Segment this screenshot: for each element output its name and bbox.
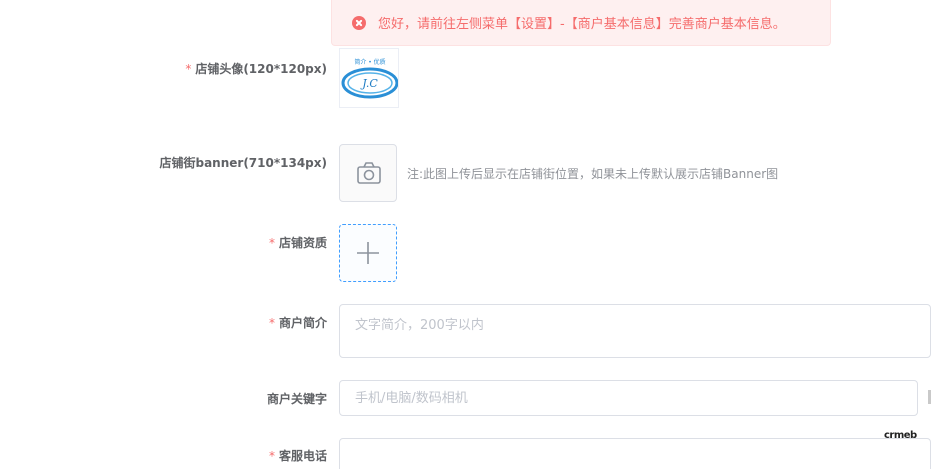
- avatar-label: * 店铺头像(120*120px): [185, 60, 327, 77]
- keywords-input[interactable]: [339, 380, 918, 416]
- store-avatar-image[interactable]: 简介 • 优质 J.C: [339, 48, 399, 108]
- qualification-label: * 店铺资质: [269, 234, 327, 251]
- plus-icon: [357, 242, 379, 264]
- banner-upload-button[interactable]: [339, 144, 397, 202]
- banner-hint: 注:此图上传后显示在店铺街位置，如果未上传默认展示店铺Banner图: [407, 167, 779, 181]
- intro-label-text: 商户简介: [278, 316, 327, 330]
- error-circle-icon: [352, 15, 366, 30]
- phone-input[interactable]: [339, 438, 931, 469]
- notice-text: 您好，请前往左侧菜单【设置】-【商户基本信息】完善商户基本信息。: [378, 17, 786, 32]
- logo-top-text: 简介 • 优质: [354, 58, 385, 66]
- jc-logo-icon: 简介 • 优质 J.C: [341, 58, 398, 99]
- intro-textarea[interactable]: [339, 304, 931, 358]
- qualification-label-text: 店铺资质: [278, 236, 327, 250]
- keywords-label-text: 商户关键字: [266, 392, 327, 406]
- intro-label: * 商户简介: [269, 314, 327, 331]
- phone-label: * 客服电话: [269, 447, 327, 464]
- logo-center-text: J.C: [360, 77, 378, 90]
- required-mark: *: [268, 316, 275, 330]
- avatar-label-text: 店铺头像(120*120px): [195, 62, 327, 76]
- error-notice: 您好，请前往左侧菜单【设置】-【商户基本信息】完善商户基本信息。: [331, 0, 831, 46]
- keywords-label: 商户关键字: [267, 390, 327, 407]
- qualification-upload-button[interactable]: [339, 224, 397, 282]
- banner-label-text: 店铺街banner(710*134px): [159, 156, 327, 170]
- phone-label-text: 客服电话: [278, 449, 327, 463]
- page: 您好，请前往左侧菜单【设置】-【商户基本信息】完善商户基本信息。 * 店铺头像(1…: [0, 0, 931, 469]
- crmeb-watermark: crmeb: [884, 430, 917, 441]
- required-mark: *: [185, 62, 192, 76]
- required-mark: *: [268, 236, 275, 250]
- camera-icon: [357, 162, 381, 184]
- banner-label: 店铺街banner(710*134px): [159, 154, 327, 171]
- required-mark: *: [268, 449, 275, 463]
